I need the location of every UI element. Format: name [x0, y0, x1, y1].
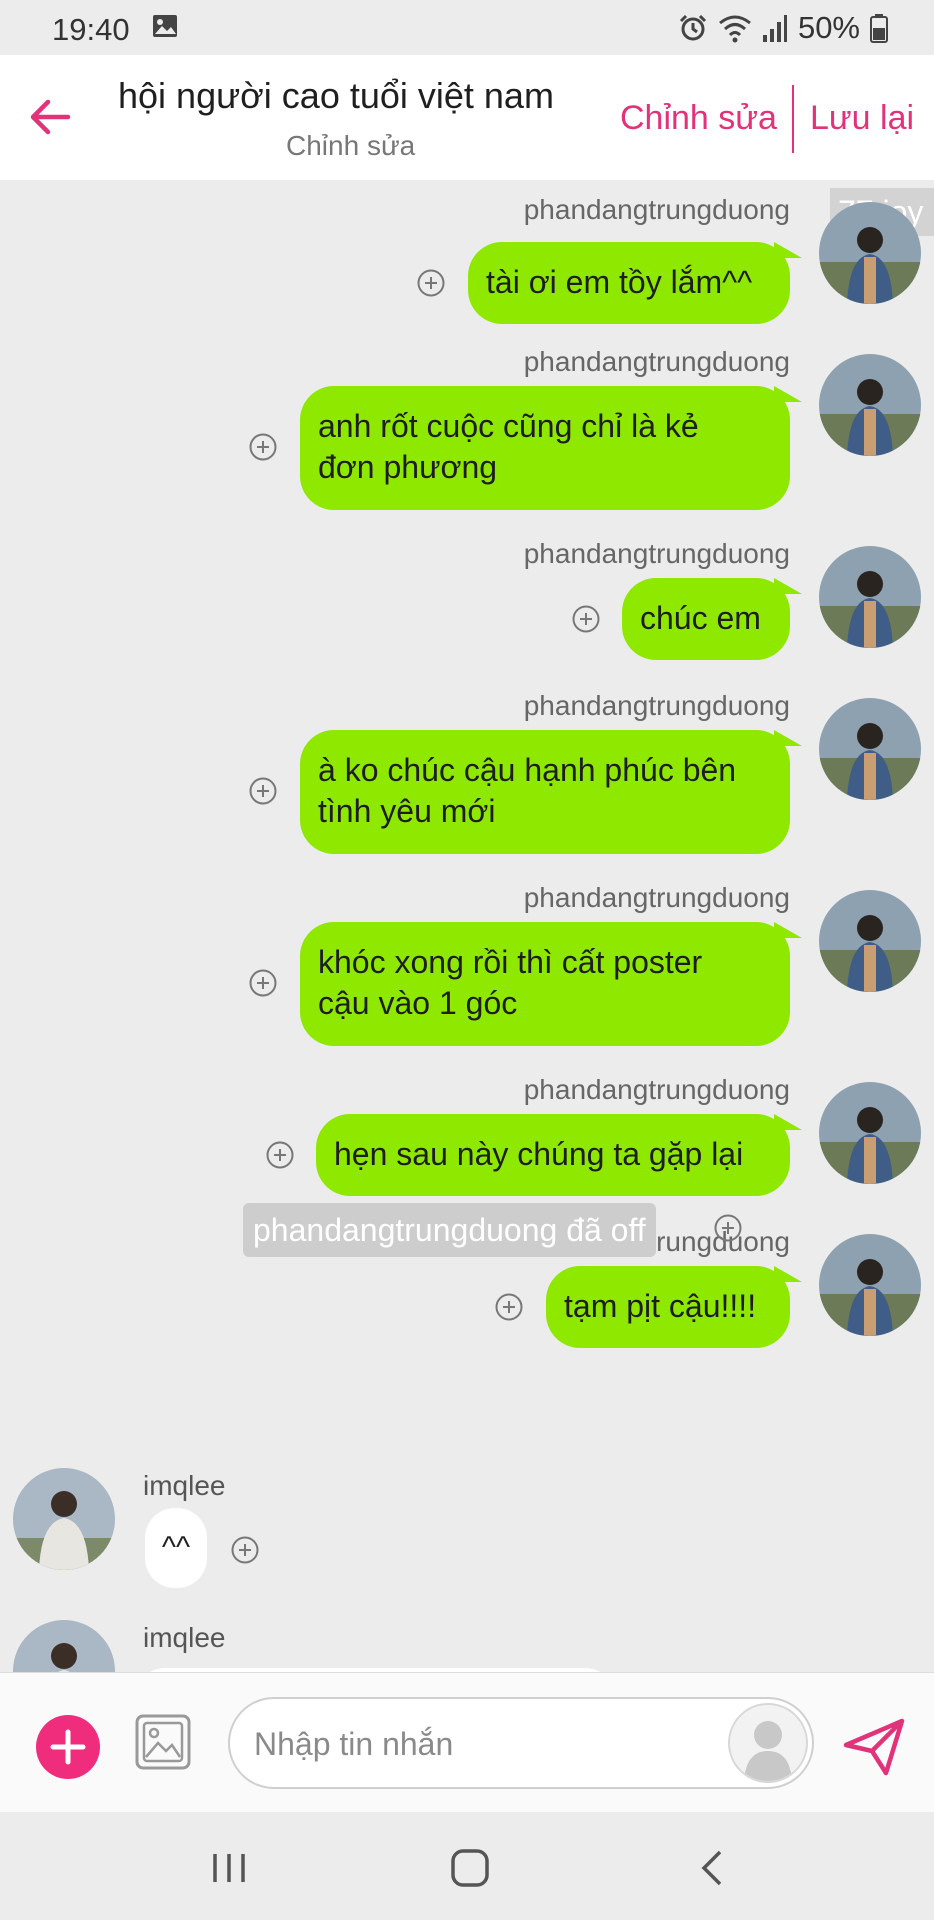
- message-author: phandangtrungduong: [523, 538, 790, 569]
- battery-percent: 50%: [797, 10, 860, 45]
- chat-subtitle: Chỉnh sửa: [286, 130, 416, 161]
- message-bubble[interactable]: à ko chúc cậu hạnh phúc bên tình yêu mới: [300, 730, 802, 854]
- avatar[interactable]: [819, 698, 921, 800]
- message-line: tạm pịt cậu!!!!: [564, 1288, 757, 1324]
- message-bubble[interactable]: tạm pịt cậu!!!!: [546, 1266, 802, 1348]
- message-bubble[interactable]: ^^: [145, 1508, 207, 1588]
- gallery-icon[interactable]: [134, 1713, 192, 1771]
- add-reaction-icon[interactable]: [265, 1140, 295, 1170]
- save-button[interactable]: Lưu lại: [810, 99, 914, 138]
- add-reaction-icon[interactable]: [248, 432, 278, 462]
- add-button[interactable]: [36, 1715, 100, 1779]
- message-line: à ko chúc cậu hạnh phúc bên: [318, 752, 737, 788]
- status-icons: 50%: [678, 10, 888, 46]
- add-reaction-icon[interactable]: [230, 1535, 260, 1565]
- avatar[interactable]: [819, 546, 921, 648]
- add-reaction-icon[interactable]: [571, 604, 601, 634]
- message-line: chúc em: [640, 600, 761, 636]
- status-bar: 19:40 50%: [0, 0, 934, 55]
- message-author: imqlee: [143, 1470, 226, 1501]
- image-icon: [153, 15, 177, 37]
- message-author: phandangtrungduong: [523, 882, 790, 913]
- message-author: imqlee: [143, 1622, 226, 1653]
- message-line: ^^: [161, 1531, 191, 1564]
- message-line: tài ơi em tồy lắm^^: [486, 264, 753, 300]
- message-author: phandangtrungduong: [523, 346, 790, 377]
- sticker-button[interactable]: [728, 1703, 808, 1783]
- message-line: đơn phương: [318, 449, 498, 485]
- message-list[interactable]: 77 joy phandangtrungduong tài ơi em tồy …: [0, 180, 934, 1672]
- message-input[interactable]: [252, 1721, 716, 1767]
- recent-apps-icon[interactable]: [207, 1848, 251, 1888]
- status-time: 19:40: [52, 12, 130, 47]
- wifi-icon: [719, 15, 751, 43]
- add-reaction-icon[interactable]: [248, 968, 278, 998]
- message-line: hẹn sau này chúng ta gặp lại: [334, 1136, 744, 1172]
- message-bubble[interactable]: tài ơi em tồy lắm^^: [468, 242, 802, 324]
- message-line: cậu vào 1 góc: [318, 985, 518, 1021]
- message-input-wrapper: [228, 1697, 814, 1789]
- avatar[interactable]: [13, 1620, 115, 1672]
- system-nav-bar: [0, 1812, 934, 1920]
- avatar[interactable]: [13, 1468, 115, 1570]
- header-divider: [792, 85, 794, 153]
- battery-icon: [870, 14, 888, 43]
- avatar[interactable]: [819, 890, 921, 992]
- add-reaction-icon[interactable]: [713, 1213, 743, 1243]
- message-line: khóc xong rồi thì cất poster: [318, 944, 703, 980]
- nav-back-icon[interactable]: [692, 1848, 736, 1888]
- alarm-icon: [679, 14, 707, 41]
- send-icon[interactable]: [842, 1715, 906, 1777]
- person-silhouette-icon: [744, 1721, 792, 1781]
- message-line: anh rốt cuộc cũng chỉ là kẻ: [318, 408, 699, 444]
- signal-icon: [762, 15, 787, 42]
- message-author: phandangtrungduong: [523, 194, 790, 225]
- message-author: phandangtrungduong: [523, 1074, 790, 1105]
- message-author: phandangtrungduong: [523, 690, 790, 721]
- add-reaction-icon[interactable]: [416, 268, 446, 298]
- composer-bar: [0, 1672, 934, 1813]
- avatar[interactable]: [819, 202, 921, 304]
- avatar[interactable]: [819, 354, 921, 456]
- message-bubble[interactable]: hẹn sau này chúng ta gặp lại: [316, 1114, 802, 1196]
- avatar[interactable]: [819, 1082, 921, 1184]
- plus-icon: [50, 1729, 86, 1765]
- message-bubble[interactable]: anh rốt cuộc cũng chỉ là kẻ đơn phương: [300, 386, 802, 510]
- edit-button[interactable]: Chỉnh sửa: [620, 99, 777, 138]
- message-bubble[interactable]: khóc xong rồi thì cất poster cậu vào 1 g…: [300, 922, 802, 1046]
- chat-title: hội người cao tuổi việt nam: [118, 75, 554, 116]
- message-line: tình yêu mới: [318, 793, 496, 829]
- message-bubble[interactable]: chúc em: [622, 578, 802, 660]
- add-reaction-icon[interactable]: [248, 776, 278, 806]
- home-icon[interactable]: [448, 1848, 492, 1888]
- chat-header: hội người cao tuổi việt nam Chỉnh sửa Ch…: [0, 55, 934, 180]
- back-arrow-icon[interactable]: [24, 91, 76, 143]
- system-notice: phandangtrungduong đã off: [243, 1203, 656, 1257]
- avatar[interactable]: [819, 1234, 921, 1336]
- add-reaction-icon[interactable]: [494, 1292, 524, 1322]
